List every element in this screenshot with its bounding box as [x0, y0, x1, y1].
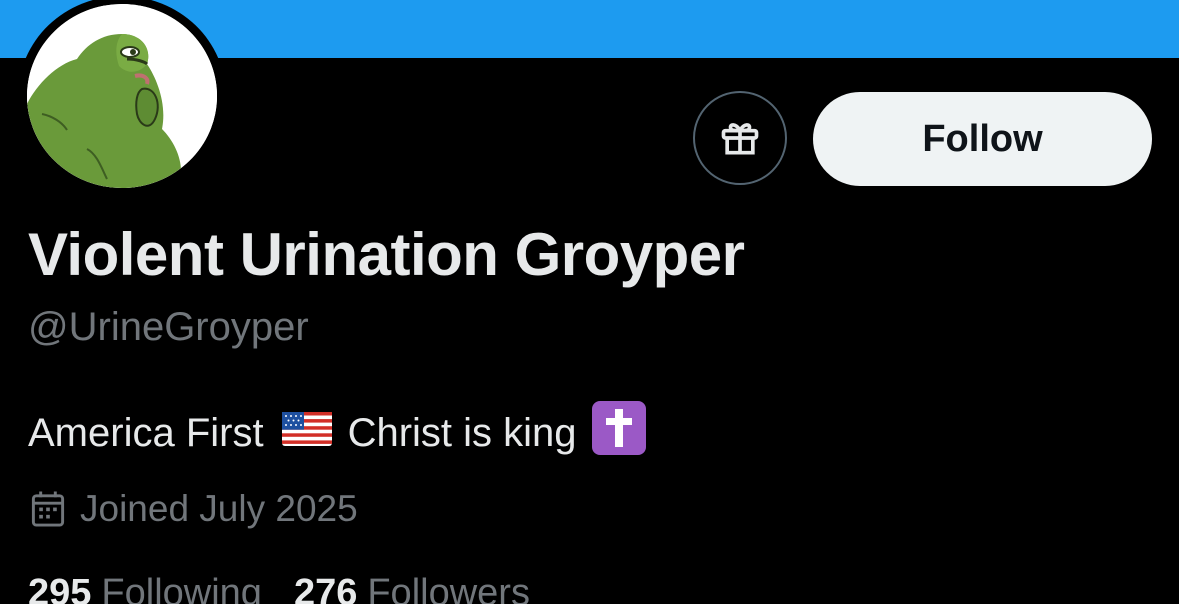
calendar-icon — [30, 490, 66, 528]
following-count: 295 — [28, 572, 92, 604]
profile-page: Follow Violent Urination Groyper @UrineG… — [0, 0, 1179, 604]
follow-button[interactable]: Follow — [813, 92, 1152, 186]
follow-stats: 295 Following 276 Followers — [28, 572, 530, 604]
calendar-graphic — [31, 491, 65, 527]
following-link[interactable]: 295 Following — [28, 572, 262, 604]
following-label: Following — [101, 572, 262, 604]
followers-count: 276 — [293, 572, 358, 604]
bio-text-2: Christ is king — [347, 410, 577, 455]
avatar-frog-image — [27, 4, 217, 188]
display-name: Violent Urination Groyper — [28, 221, 745, 288]
join-date-text: Joined July 2025 — [80, 488, 358, 529]
us-flag-graphic — [281, 411, 332, 446]
cross-emoji-graphic — [591, 401, 646, 455]
latin-cross-icon — [591, 400, 647, 466]
user-handle: @UrineGroyper — [28, 305, 309, 349]
followers-label: Followers — [367, 572, 530, 604]
gift-icon — [721, 123, 759, 155]
bio-text-1: America First — [28, 410, 264, 455]
avatar[interactable] — [27, 4, 217, 188]
gift-button[interactable] — [693, 91, 787, 185]
join-date: Joined July 2025 — [30, 488, 358, 530]
bio: America First Christ is king — [28, 400, 647, 466]
followers-link[interactable]: 276 Followers — [294, 572, 530, 604]
us-flag-icon — [281, 411, 332, 456]
